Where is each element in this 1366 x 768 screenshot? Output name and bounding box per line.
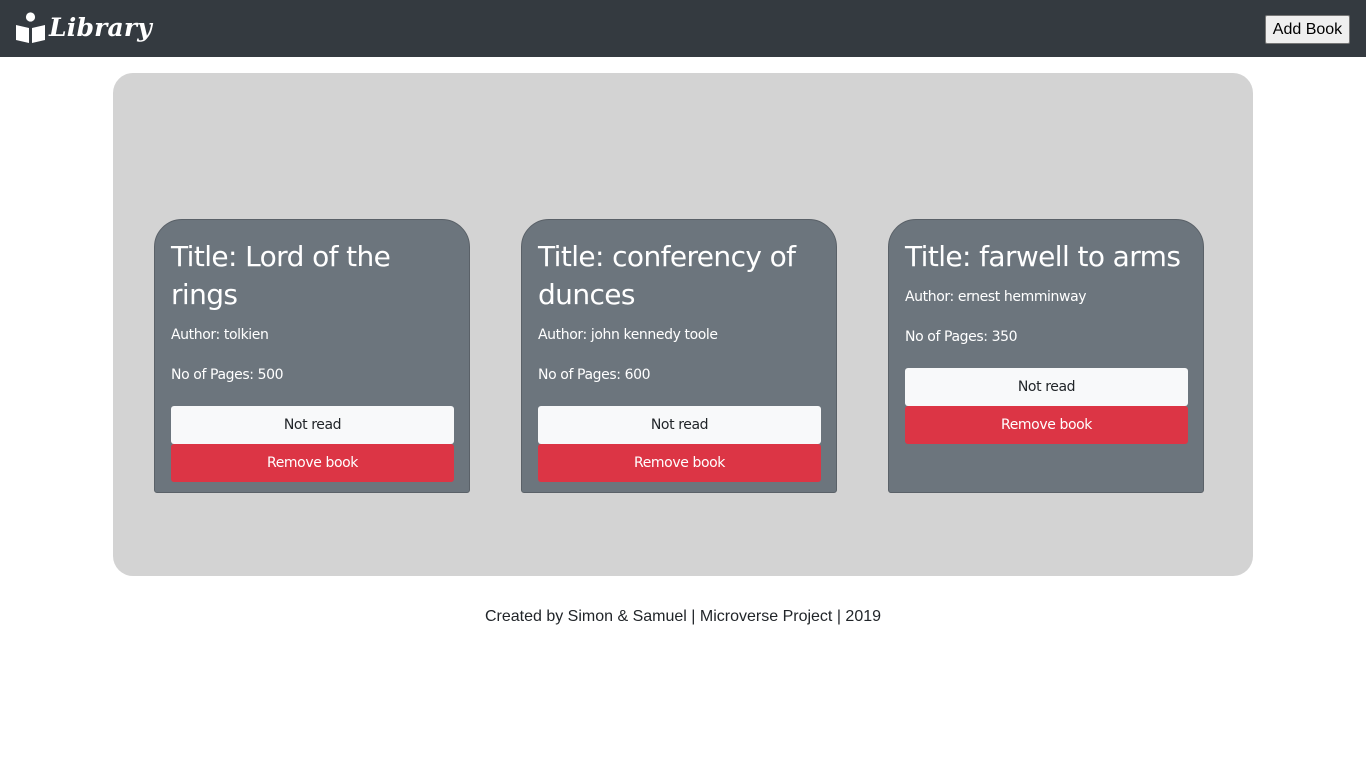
book-author: Author: tolkien [171, 327, 269, 343]
read-status-button[interactable]: Not read [538, 406, 821, 444]
add-book-button[interactable]: Add Book [1265, 15, 1350, 44]
book-author: Author: john kennedy toole [538, 327, 718, 343]
book-reader-icon [16, 11, 45, 43]
book-shelf: Title: Lord of the rings Author: tolkien… [113, 73, 1253, 576]
remove-book-button[interactable]: Remove book [171, 444, 454, 482]
book-card: Title: Lord of the rings Author: tolkien… [154, 219, 470, 493]
book-card: Title: conferency of dunces Author: john… [521, 219, 837, 493]
footer: Created by Simon & Samuel | Microverse P… [484, 608, 882, 625]
book-pages: No of Pages: 350 [905, 329, 1018, 345]
navbar: Library Add Book [0, 0, 1366, 57]
book-title: Title: Lord of the rings [171, 240, 391, 311]
book-pages: No of Pages: 500 [171, 367, 284, 383]
book-author: Author: ernest hemminway [905, 289, 1087, 305]
brand[interactable]: Library [16, 9, 152, 45]
read-status-button[interactable]: Not read [171, 406, 454, 444]
book-pages: No of Pages: 600 [538, 367, 651, 383]
brand-text: Library [49, 12, 153, 42]
book-card: Title: farwell to arms Author: ernest he… [888, 219, 1204, 493]
book-title: Title: conferency of dunces [538, 240, 796, 311]
book-title: Title: farwell to arms [905, 240, 1181, 273]
remove-book-button[interactable]: Remove book [905, 406, 1188, 444]
remove-book-button[interactable]: Remove book [538, 444, 821, 482]
read-status-button[interactable]: Not read [905, 368, 1188, 406]
